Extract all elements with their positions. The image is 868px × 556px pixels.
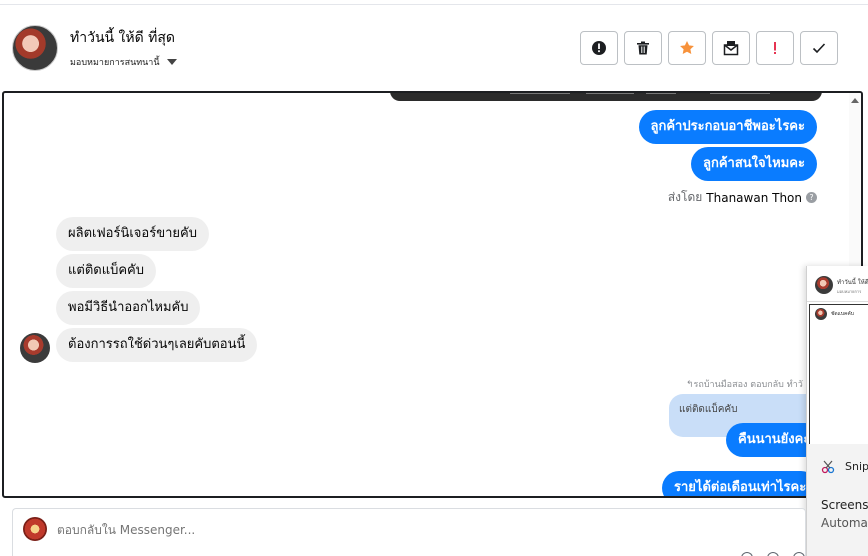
reply-note: ↰รถบ้านมือสอง ตอบกลับ ทำวั	[686, 380, 803, 390]
reply-input[interactable]	[57, 523, 457, 537]
caret-down-icon	[166, 59, 177, 65]
incoming-message[interactable]: แต่ติดแบ็คคับ	[56, 254, 156, 288]
composer-tools	[741, 552, 805, 556]
sender-avatar[interactable]	[20, 333, 50, 363]
mark-unread-button[interactable]	[712, 31, 750, 65]
assign-label: มอบหมายการสนทนานี้	[70, 58, 160, 68]
scroll-up-arrow-icon[interactable]	[851, 98, 859, 103]
popup-item-text: ชัดแบคคับ	[831, 311, 854, 317]
star-button[interactable]	[668, 31, 706, 65]
outgoing-message[interactable]: ลูกค้าประกอบอาชีพอะไรคะ	[638, 110, 817, 144]
help-icon[interactable]: ?	[806, 192, 817, 203]
popup-subtitle: มอบหมายการ	[837, 289, 862, 294]
trash-icon	[637, 41, 649, 55]
report-button[interactable]	[580, 31, 618, 65]
exclamation-circle-icon	[592, 41, 606, 55]
popup-title: ทำวันนี้ ให้ดี	[837, 279, 868, 286]
message-thread[interactable]: ลูกค้าประกอบอาชีพอะไรคะ ลูกค้าสนใจไหมคะ …	[2, 91, 863, 498]
snip-body: Automa	[821, 516, 868, 530]
sent-by-prefix: ส่งโดย	[667, 190, 703, 204]
contact-avatar[interactable]	[12, 25, 58, 71]
contact-name[interactable]: ทำวันนี้ ให้ดี ที่สุด	[70, 27, 175, 49]
snip-app-name: Snip	[845, 460, 868, 473]
outgoing-message[interactable]: รายได้ต่อเดือนเท่าไรคะ	[662, 471, 819, 496]
reply-composer	[12, 508, 806, 556]
attach-icon[interactable]	[741, 552, 753, 556]
envelope-icon	[723, 41, 739, 56]
popup-item-avatar	[815, 308, 827, 320]
divider	[0, 4, 868, 5]
scissors-icon	[821, 460, 835, 474]
popup-header: ทำวันนี้ ให้ดี มอบหมายการ	[807, 266, 868, 302]
page-avatar	[23, 517, 47, 541]
exclamation-icon	[774, 42, 776, 54]
action-toolbar	[580, 31, 838, 65]
emoji-icon[interactable]	[793, 552, 805, 556]
incoming-message[interactable]: พอมีวิธีนำออกไหมคับ	[56, 291, 201, 325]
snip-title: Screens	[821, 498, 868, 512]
spam-button[interactable]	[756, 31, 794, 65]
outgoing-message[interactable]: ลูกค้าสนใจไหมคะ	[691, 147, 817, 181]
star-icon	[680, 41, 694, 54]
image-icon[interactable]	[767, 552, 779, 556]
incoming-message[interactable]: ผลิตเฟอร์นิเจอร์ขายคับ	[56, 217, 209, 251]
sent-by-name: Thanawan Thon	[706, 190, 802, 205]
overlay-popup[interactable]: ทำวันนี้ ให้ดี มอบหมายการ ชัดแบคคับ Snip…	[806, 266, 868, 556]
delete-button[interactable]	[624, 31, 662, 65]
done-button[interactable]	[800, 31, 838, 65]
sent-by-label: ส่งโดย Thanawan Thon ?	[668, 188, 817, 207]
incoming-message[interactable]: ต้องการรถใช้ด่วนๆเลยคับตอนนี้	[56, 328, 258, 362]
assign-dropdown[interactable]: มอบหมายการสนทนานี้	[70, 55, 177, 69]
check-icon	[812, 43, 826, 54]
previous-message-preview	[390, 93, 822, 101]
conversation-header: ทำวันนี้ ให้ดี ที่สุด มอบหมายการสนทนานี้	[0, 0, 868, 90]
popup-thread	[809, 304, 868, 446]
snip-notification[interactable]: Snip Screens Automa	[807, 444, 868, 556]
popup-avatar	[815, 276, 833, 294]
